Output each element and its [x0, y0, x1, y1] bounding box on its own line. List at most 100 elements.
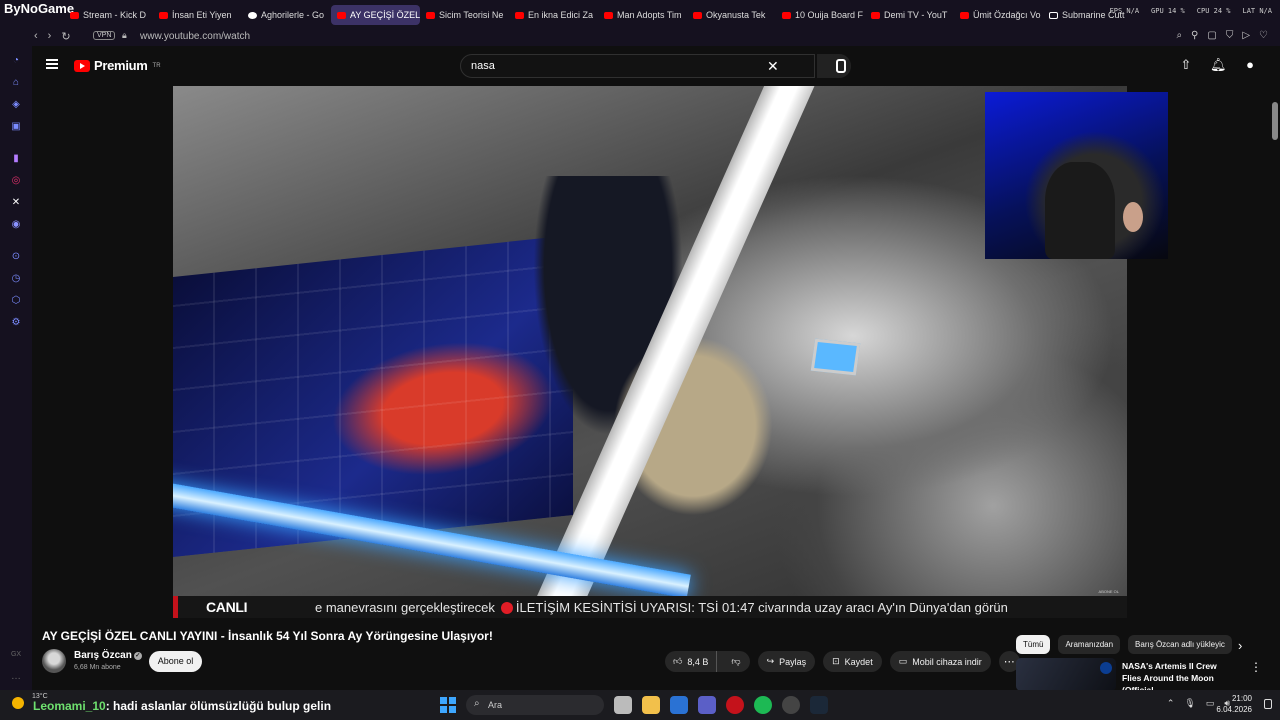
- video-title: AY GEÇİŞİ ÖZEL CANLI YAYINI - İnsanlık 5…: [42, 629, 493, 643]
- clock-time: 21:00: [1231, 694, 1252, 703]
- chip-uploader[interactable]: Barış Özcan adlı yükleyic: [1128, 635, 1232, 654]
- tab-label: Aghorilerle - Go: [261, 10, 325, 20]
- crypto-icon[interactable]: ◈: [9, 98, 23, 112]
- browser-tab[interactable]: En ikna Edici Za: [509, 5, 598, 25]
- screen: ByNoGame Stream - Kick D İnsan Eti Yiyen A…: [0, 0, 1280, 720]
- task-view-icon[interactable]: [614, 696, 632, 714]
- back-icon[interactable]: ‹: [34, 30, 38, 43]
- share-icon: ↪: [766, 656, 775, 666]
- network-icon[interactable]: ▭: [1206, 698, 1215, 709]
- facecam-face: [1123, 202, 1143, 232]
- chip-all[interactable]: Tümü: [1016, 635, 1051, 654]
- windows-start-icon[interactable]: [440, 697, 456, 713]
- dislike-button[interactable]: 👎︎: [722, 656, 749, 667]
- tab-label: AY GEÇİŞİ ÖZEL CANLI YA: [350, 10, 420, 20]
- menu-icon[interactable]: [46, 59, 58, 69]
- steam-icon[interactable]: [810, 696, 828, 714]
- browser-tab[interactable]: 10 Ouija Board F: [776, 5, 865, 25]
- browser-tab[interactable]: Aghorilerle - Go: [242, 5, 331, 25]
- chevron-up-icon[interactable]: ⌃: [1167, 698, 1175, 709]
- search-input[interactable]: [471, 60, 751, 72]
- browser-tab[interactable]: Okyanusta Tek: [687, 5, 776, 25]
- zoom-icon[interactable]: ⌕: [1176, 30, 1182, 41]
- chevron-right-icon[interactable]: ›: [1238, 638, 1242, 653]
- video-player[interactable]: ABONE OL: [173, 86, 1127, 596]
- speed-dial-icon[interactable]: ◔: [9, 54, 23, 68]
- browser-tab[interactable]: İnsan Eti Yiyen: [153, 5, 242, 25]
- browser-tab[interactable]: Demi TV - YouT: [865, 5, 954, 25]
- player-icon[interactable]: ⊙: [9, 250, 23, 264]
- like-count: 8,4 B: [687, 656, 709, 667]
- play-icon[interactable]: ▷: [1242, 30, 1250, 41]
- cpu-stat: CPU 24 %: [1196, 7, 1231, 15]
- gx-icon[interactable]: GX: [9, 648, 23, 662]
- tab-label: İnsan Eti Yiyen: [172, 10, 232, 20]
- browser-tab[interactable]: Man Adopts Tim: [598, 5, 687, 25]
- x-icon[interactable]: ✕: [9, 196, 23, 210]
- bell-icon[interactable]: 🔔︎: [1210, 57, 1227, 73]
- pin-icon[interactable]: ⚲: [1191, 30, 1198, 41]
- channel-avatar[interactable]: [42, 649, 66, 673]
- youtube-logo[interactable]: Premium TR: [74, 58, 161, 73]
- notification-icon[interactable]: [1264, 699, 1272, 709]
- save-button[interactable]: ⊡ Kaydet: [823, 651, 882, 672]
- header-actions: ⇧ 🔔︎ ●: [1178, 57, 1258, 73]
- gpu-stat: GPU 14 %: [1151, 7, 1185, 15]
- streamer-facecam: [985, 92, 1168, 259]
- recommendation-thumbnail[interactable]: [1016, 658, 1116, 691]
- discord-icon[interactable]: ◉: [9, 218, 23, 232]
- page-scrollbar[interactable]: [1272, 102, 1278, 140]
- kick-icon: [70, 11, 79, 19]
- teams-icon[interactable]: [698, 696, 716, 714]
- avatar[interactable]: ●: [1242, 57, 1258, 73]
- download-button[interactable]: ▭ Mobil cihaza indir: [889, 651, 991, 672]
- heart-icon[interactable]: ♡: [1259, 30, 1268, 41]
- aria-icon[interactable]: ⌂: [9, 76, 23, 90]
- browser-tab[interactable]: Ümit Özdağcı Vo: [954, 5, 1043, 25]
- weather-widget[interactable]: 13°C: [6, 693, 48, 715]
- forward-icon[interactable]: ›: [48, 30, 52, 43]
- history-icon[interactable]: ◷: [9, 272, 23, 286]
- browser-tab[interactable]: Stream - Kick D: [64, 5, 153, 25]
- subscriber-count: 6,68 Mn abone: [74, 664, 121, 671]
- file-explorer-icon[interactable]: [642, 696, 660, 714]
- nav-buttons: ‹ › ↻: [34, 30, 71, 43]
- search-icon: ⌕: [474, 698, 480, 709]
- reload-icon[interactable]: ↻: [61, 30, 70, 43]
- mail-icon[interactable]: [670, 696, 688, 714]
- x-icon: [1049, 11, 1058, 19]
- url-field[interactable]: www.youtube.com/watch: [140, 31, 250, 42]
- vpn-badge[interactable]: VPN: [93, 31, 116, 40]
- twitch-icon[interactable]: ▮: [9, 152, 23, 166]
- opera-gx-icon[interactable]: [726, 696, 744, 714]
- microphone-icon[interactable]: 🎙︎: [1184, 698, 1195, 709]
- subscribe-button[interactable]: Abone ol: [149, 651, 202, 672]
- taskbar-search[interactable]: ⌕ Ara: [466, 695, 604, 715]
- chip-from-search[interactable]: Aramanızdan: [1058, 635, 1121, 654]
- youtube-icon: [693, 11, 702, 19]
- settings-icon[interactable]: ⚙: [9, 316, 23, 330]
- shield-icon[interactable]: ⛉: [1226, 30, 1234, 41]
- clear-search-icon[interactable]: ✕: [767, 58, 779, 75]
- youtube-icon: [782, 11, 791, 19]
- clock[interactable]: 21:00 6.04.2026: [1216, 693, 1252, 715]
- voice-search-icon[interactable]: [827, 54, 851, 78]
- channel-name-text[interactable]: Barış Özcan: [74, 650, 132, 661]
- tab-label: Stream - Kick D: [83, 10, 147, 20]
- browser-tab[interactable]: AY GEÇİŞİ ÖZEL CANLI YA: [331, 5, 420, 25]
- messenger-icon[interactable]: ▣: [9, 120, 23, 134]
- extensions-icon[interactable]: ⬡: [9, 294, 23, 308]
- channel-name[interactable]: Barış Özcan ✓: [74, 650, 142, 661]
- more-icon[interactable]: …: [9, 670, 23, 684]
- instagram-icon[interactable]: ◎: [9, 174, 23, 188]
- clock-date: 6.04.2026: [1216, 705, 1252, 714]
- share-button[interactable]: ↪ Paylaş: [757, 651, 816, 672]
- browser-tab[interactable]: Sicim Teorisi Ne: [420, 5, 509, 25]
- spotify-icon[interactable]: [754, 696, 772, 714]
- upload-icon[interactable]: ⇧: [1178, 57, 1194, 73]
- like-button[interactable]: 👍︎ 8,4 B: [665, 651, 718, 672]
- obs-icon[interactable]: [782, 696, 800, 714]
- recommendation-menu-icon[interactable]: ⋮: [1250, 660, 1262, 674]
- snapshot-icon[interactable]: ▢: [1207, 30, 1216, 41]
- youtube-icon: [604, 11, 613, 19]
